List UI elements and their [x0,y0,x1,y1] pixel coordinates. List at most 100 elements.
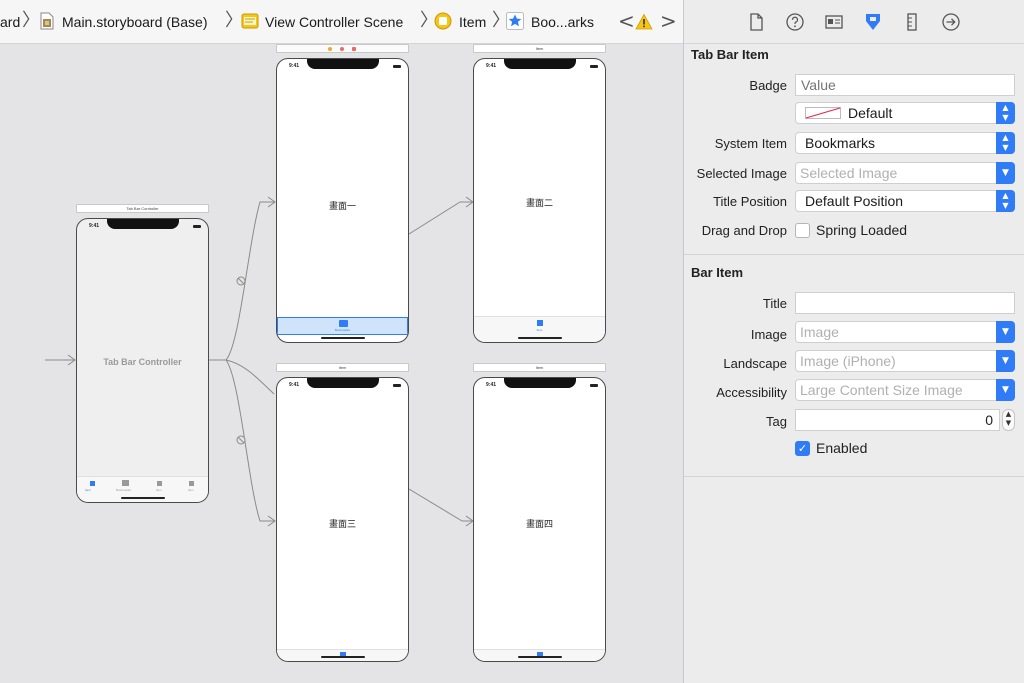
battery-icon [393,384,401,387]
title-position-popup[interactable]: Default Position ▲ ▼ [795,190,1015,212]
title-position-label: Title Position [713,194,787,209]
image-combo[interactable]: Image ▼ [795,321,1015,343]
battery-icon [590,384,598,387]
battery-icon [193,225,201,228]
badge-field[interactable] [795,74,1015,96]
view-controller-scene-1[interactable]: 9:41 畫面一 Bookmarks [276,44,409,344]
enabled-checkbox[interactable]: ✓ [795,441,810,456]
scene-dock[interactable]: Item [473,363,606,372]
view-controller-scene-3[interactable]: Item 9:41 畫面三 [276,363,409,663]
exit-dock-icon[interactable] [352,47,356,51]
tab-item-icon [90,481,95,486]
view-controller-scene-4[interactable]: Item 9:41 畫面四 [473,363,606,663]
scene-dock[interactable]: Item [276,363,409,372]
view-controller-icon [434,12,452,30]
image-label: Image [750,327,787,342]
breadcrumb-item[interactable]: Item [459,12,486,32]
view-controller-dock-icon[interactable] [328,47,332,51]
device-notch [306,378,379,388]
attributes-inspector-icon[interactable] [863,12,883,32]
breadcrumb-main-storyboard[interactable]: Main.storyboard (Base) [62,12,208,32]
scene-title-label: 畫面一 [328,201,356,211]
spring-loaded-checkbox[interactable] [795,223,810,238]
chevron-down-icon[interactable]: ▼ [996,379,1015,401]
landscape-label: Landscape [723,356,787,371]
landscape-combo[interactable]: Image (iPhone) ▼ [795,350,1015,372]
device-notch [306,59,379,69]
tab-bar [277,649,408,661]
nav-back-button[interactable]: < [618,10,635,32]
storyboard-canvas[interactable]: Tab Bar Controller 9:41 Tab Bar Controll… [0,44,683,683]
tab-bar-controller-scene[interactable]: Tab Bar Controller 9:41 Tab Bar Controll… [76,204,209,504]
view-controller-scene-2[interactable]: Item 9:41 畫面二 Item [473,44,606,344]
home-indicator [517,656,562,658]
scene-title-label: 畫面三 [328,519,356,529]
title-label: Title [762,296,787,311]
scene-title-label: 畫面四 [525,519,553,529]
badge-label: Badge [749,78,787,93]
popup-arrows-icon: ▲ ▼ [996,102,1015,124]
selected-image-combo[interactable]: Selected Image ▼ [795,162,1015,184]
device-frame[interactable]: 9:41 畫面一 Bookmarks [276,58,409,343]
title-field[interactable] [795,292,1015,314]
tab-label: Bookmarks [334,328,350,332]
system-item-popup[interactable]: Bookmarks ▲ ▼ [795,132,1015,154]
home-indicator [320,337,365,339]
identity-inspector-icon[interactable] [824,12,844,32]
no-color-swatch-icon [805,107,841,119]
accessibility-placeholder: Large Content Size Image [800,382,963,398]
badge-color-popup[interactable]: Default ▲ ▼ [795,102,1015,124]
breadcrumb-storyboard-folder[interactable]: ard [0,12,20,32]
device-notch [106,219,179,229]
chevron-down-icon[interactable]: ▼ [996,162,1015,184]
scene-dock[interactable]: Item [473,44,606,53]
tab-label: Item [188,488,194,492]
scene-dock[interactable]: Tab Bar Controller [76,204,209,213]
system-item-label: System Item [714,136,787,151]
device-frame[interactable]: 9:41 畫面三 [276,377,409,662]
tab-item-icon [537,320,543,326]
popup-arrows-icon: ▲ ▼ [996,190,1015,212]
accessibility-combo[interactable]: Large Content Size Image ▼ [795,379,1015,401]
warning-icon[interactable] [635,13,653,31]
inspector-tab-bar [684,0,1024,44]
device-frame[interactable]: 9:41 畫面二 Item [473,58,606,343]
chevron-down-icon[interactable]: ▼ [996,350,1015,372]
size-inspector-icon[interactable] [902,12,922,32]
title-position-value: Default Position [805,193,904,209]
connections-inspector-icon[interactable] [941,12,961,32]
tab-label: Item [536,328,543,332]
spring-loaded-label: Spring Loaded [816,222,908,238]
bookmarks-tab-icon [122,480,129,486]
drag-and-drop-label: Drag and Drop [701,223,787,238]
tab-label: Bookmarks [116,488,132,492]
tag-stepper[interactable]: ▲ ▼ [1002,409,1015,431]
selected-image-label: Selected Image [696,166,787,181]
bookmarks-icon [339,320,348,327]
tab-bar-item-section-title: Tab Bar Item [691,47,769,62]
device-frame[interactable]: 9:41 畫面四 [473,377,606,662]
breadcrumb-bookmarks[interactable]: Boo...arks [531,12,594,32]
tag-field[interactable]: 0 [795,409,1000,431]
enabled-label: Enabled [816,440,868,456]
tab-bar-controller-device[interactable]: 9:41 Tab Bar Controller Item Bookmarks I… [76,218,209,503]
image-placeholder: Image [800,324,839,340]
section-divider [684,476,1024,477]
tab-bar [474,649,605,661]
breadcrumb-view-controller-scene[interactable]: View Controller Scene [265,12,403,32]
inspector-panel: Tab Bar Item Badge Default ▲▼ System Ite… [683,0,1024,683]
scene-dock[interactable] [276,44,409,53]
selected-image-placeholder: Selected Image [800,165,898,181]
system-item-value: Bookmarks [805,135,876,151]
bar-item-section-title: Bar Item [691,265,744,280]
file-inspector-icon[interactable] [746,12,766,32]
storyboard-file-icon [40,12,54,30]
first-responder-dock-icon[interactable] [340,47,344,51]
scene-icon [241,13,259,29]
quick-help-icon[interactable] [785,12,805,32]
nav-forward-button[interactable]: > [660,10,677,32]
status-time: 9:41 [289,382,300,388]
chevron-down-icon[interactable]: ▼ [996,321,1015,343]
landscape-placeholder: Image (iPhone) [800,353,896,369]
selected-tab-bar-item[interactable]: Bookmarks [277,317,408,335]
